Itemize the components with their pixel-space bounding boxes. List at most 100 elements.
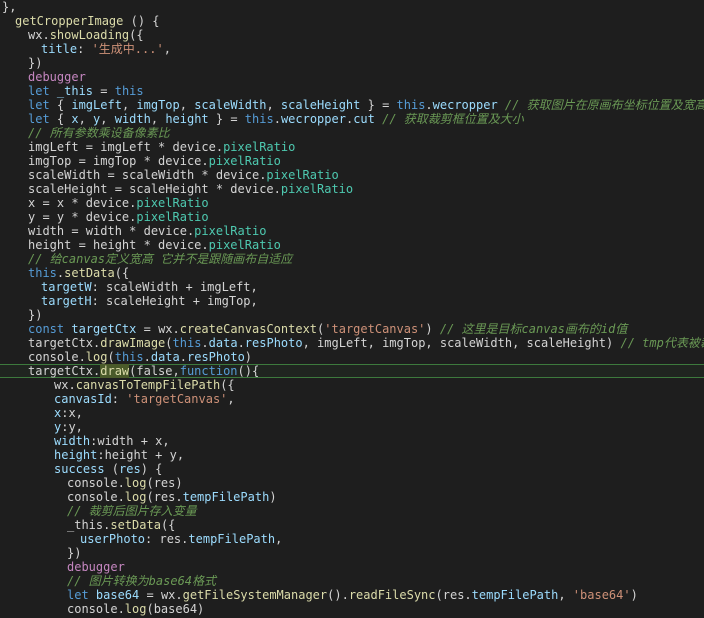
code-token: width	[114, 112, 151, 126]
code-token: () {	[123, 14, 160, 28]
code-token: )	[425, 322, 440, 336]
code-line[interactable]: let base64 = wx.getFileSystemManager().r…	[67, 588, 638, 602]
code-token: scaleWidth	[194, 98, 267, 112]
code-token: this	[396, 98, 426, 112]
code-token: :	[77, 42, 92, 56]
code-line[interactable]: console.log(this.data.resPhoto)	[28, 350, 252, 364]
code-token: (res)	[146, 476, 183, 490]
code-token: x = x * device.	[28, 196, 137, 210]
code-token: wx.	[54, 378, 76, 392]
code-line[interactable]: let { imgLeft, imgTop, scaleWidth, scale…	[28, 98, 704, 112]
code-line[interactable]: console.log(res.tempFilePath)	[67, 490, 277, 504]
code-token: (res.	[146, 490, 183, 504]
code-editor[interactable]: }, getCropperImage () {wx.showLoading({ti…	[0, 0, 704, 618]
code-token: 'targetCanvas'	[126, 392, 228, 406]
code-line[interactable]: imgTop = imgTop * device.pixelRatio	[28, 154, 281, 168]
code-line[interactable]: })	[28, 308, 42, 322]
code-token: success	[54, 462, 105, 476]
code-line[interactable]: let { x, y, width, height } = this.wecro…	[28, 112, 524, 126]
code-token: targetCtx	[71, 322, 137, 336]
code-token: imgTop = imgTop * device.	[28, 154, 209, 168]
code-line[interactable]: wx.showLoading({	[28, 28, 144, 42]
code-line[interactable]: this.setData({	[28, 266, 129, 280]
code-token: _this	[56, 84, 94, 98]
code-line[interactable]: width:width + x,	[54, 434, 170, 448]
code-line[interactable]: canvasId: 'targetCanvas',	[54, 392, 235, 406]
code-line[interactable]: // 裁剪后图片存入变量	[67, 504, 197, 518]
code-token: :	[111, 392, 127, 406]
code-line[interactable]: targetH: scaleHeight + imgTop,	[41, 294, 258, 308]
code-line[interactable]: targetCtx.drawImage(this.data.resPhoto, …	[28, 336, 704, 350]
code-token: imgTop	[136, 98, 180, 112]
code-token: scaleHeight	[280, 98, 361, 112]
code-token: {	[56, 98, 72, 112]
code-token: // 所有参数乘设备像素比	[28, 126, 170, 140]
code-line[interactable]: // 图片转换为base64格式	[67, 574, 216, 588]
code-line[interactable]: debugger	[67, 560, 125, 574]
code-token: userPhoto	[80, 532, 146, 546]
code-token: })	[28, 308, 43, 322]
code-line[interactable]: success (res) {	[54, 462, 162, 476]
code-token: ({	[129, 28, 144, 42]
code-token: pixelRatio	[136, 210, 209, 224]
code-line[interactable]: targetW: scaleWidth + imgLeft,	[41, 280, 258, 294]
code-token: } =	[208, 112, 245, 126]
code-line[interactable]: scaleHeight = scaleHeight * device.pixel…	[28, 182, 353, 196]
code-token: ,	[121, 98, 137, 112]
code-token: },	[2, 0, 17, 14]
code-line[interactable]: wx.canvasToTempFilePath({	[54, 378, 235, 392]
code-line[interactable]: height:height + y,	[54, 448, 184, 462]
code-token: console.	[67, 476, 125, 490]
code-line[interactable]: x = x * device.pixelRatio	[28, 196, 209, 210]
code-line[interactable]: y = y * device.pixelRatio	[28, 210, 209, 224]
code-token: setData	[110, 518, 161, 532]
code-token: })	[28, 56, 43, 70]
code-token: pixelRatio	[223, 140, 296, 154]
code-line[interactable]: width = width * device.pixelRatio	[28, 224, 266, 238]
code-token: ,	[100, 112, 115, 126]
code-token: (base64)	[146, 602, 205, 616]
code-token: console.	[28, 350, 86, 364]
code-token: tempFilePath	[471, 588, 559, 602]
code-line[interactable]: x:x,	[54, 406, 83, 420]
code-token: .	[179, 350, 187, 364]
code-line[interactable]: y:y,	[54, 420, 83, 434]
code-line[interactable]: },	[2, 0, 16, 14]
code-line[interactable]: imgLeft = imgLeft * device.pixelRatio	[28, 140, 295, 154]
code-line[interactable]: getCropperImage () {	[15, 14, 160, 28]
code-token: :x,	[61, 406, 83, 420]
code-token: width	[54, 434, 91, 448]
code-line[interactable]: // 给canvas定义宽高 它并不是跟随画布自适应	[28, 252, 292, 266]
code-line[interactable]: _this.setData({	[67, 518, 175, 532]
code-line[interactable]: console.log(res)	[67, 476, 183, 490]
code-token: : scaleHeight + imgTop,	[91, 294, 258, 308]
code-line[interactable]: const targetCtx = wx.createCanvasContext…	[28, 322, 627, 336]
code-line[interactable]: // 所有参数乘设备像素比	[28, 126, 170, 140]
code-token: scaleHeight = scaleHeight * device.	[28, 182, 281, 196]
code-line[interactable]: })	[28, 56, 42, 70]
code-line[interactable]: let _this = this	[28, 84, 144, 98]
code-token: :y,	[61, 420, 83, 434]
code-token: debugger	[28, 70, 86, 84]
code-token: _this.	[67, 518, 111, 532]
code-token: canvasId	[54, 392, 112, 406]
code-token: showLoading	[49, 28, 130, 42]
code-token: resPhoto	[187, 350, 245, 364]
code-line[interactable]: console.log(base64)	[67, 602, 204, 616]
code-token: resPhoto	[244, 336, 303, 350]
code-line[interactable]: targetCtx.draw(false,function(){	[28, 364, 259, 378]
code-token: .	[237, 336, 245, 350]
code-line[interactable]: scaleWidth = scaleWidth * device.pixelRa…	[28, 168, 339, 182]
code-token: wecropper	[280, 112, 346, 126]
code-line[interactable]: debugger	[28, 70, 86, 84]
code-line[interactable]: title: '生成中...',	[41, 42, 171, 56]
code-token: pixelRatio	[208, 238, 281, 252]
code-line[interactable]: })	[67, 546, 81, 560]
code-token: pixelRatio	[136, 196, 209, 210]
code-line[interactable]: userPhoto: res.tempFilePath,	[80, 532, 282, 546]
code-token: = wx.	[136, 322, 180, 336]
code-token: console.	[67, 602, 125, 616]
code-token: canvasToTempFilePath	[75, 378, 221, 392]
code-token: ,	[227, 392, 235, 406]
code-line[interactable]: height = height * device.pixelRatio	[28, 238, 281, 252]
